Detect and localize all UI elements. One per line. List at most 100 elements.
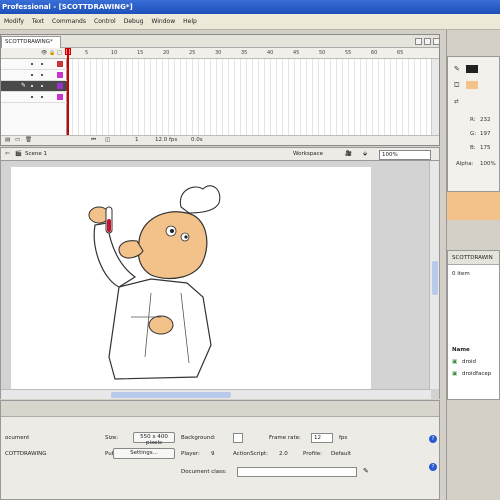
center-frame-icon[interactable]: ⏮: [91, 137, 96, 144]
add-layer-icon[interactable]: ▤: [5, 137, 10, 143]
library-item[interactable]: droid: [462, 359, 476, 365]
frame-number: 30: [215, 50, 222, 56]
document-tab-bar: SCOTTDRAWING*: [1, 35, 440, 48]
layer-color-swatch[interactable]: [57, 94, 63, 100]
stage-canvas[interactable]: [11, 167, 371, 389]
layer-row[interactable]: [1, 70, 67, 81]
fps-unit: fps: [339, 435, 348, 441]
document-size-button[interactable]: 550 x 400 pixels: [133, 432, 175, 446]
zoom-select[interactable]: 100%: [379, 150, 431, 160]
frame-number: 65: [397, 50, 404, 56]
lock-icon[interactable]: 🔒: [49, 50, 55, 56]
frame-number: 10: [111, 50, 118, 56]
menu-text[interactable]: Text: [32, 18, 44, 25]
visibility-dot[interactable]: [31, 74, 33, 76]
frame-number: 40: [267, 50, 274, 56]
timeline-status-bar: ▤ ▭ 🗑 ⏮ ◫ 1 12.0 fps 0.0s: [1, 135, 439, 145]
frame-number: 55: [345, 50, 352, 56]
visibility-dot[interactable]: [31, 85, 33, 87]
minimize-icon[interactable]: [415, 38, 422, 45]
restore-icon[interactable]: [424, 38, 431, 45]
edit-scene-icon[interactable]: 🎥: [345, 151, 352, 157]
eye-icon[interactable]: 👁: [41, 50, 47, 56]
background-label: Background:: [181, 435, 216, 441]
stroke-color-swatch[interactable]: [466, 65, 478, 73]
library-tab-label[interactable]: SCOTTDRAWIN: [452, 255, 493, 261]
visibility-dot[interactable]: [31, 96, 33, 98]
scroll-thumb[interactable]: [111, 392, 231, 398]
background-color-swatch[interactable]: [233, 433, 243, 443]
actionscript-label: ActionScript:: [233, 451, 269, 457]
help-icon[interactable]: ?: [429, 463, 437, 471]
frame-rate-label: Frame rate:: [269, 435, 301, 441]
back-arrow-icon[interactable]: ⇦: [5, 151, 10, 157]
timeline-scrollbar[interactable]: [431, 59, 439, 139]
close-icon[interactable]: [433, 38, 440, 45]
stage-area: [0, 161, 440, 399]
stage-horizontal-scrollbar[interactable]: [1, 389, 431, 399]
lock-dot[interactable]: [41, 74, 43, 76]
swap-colors-icon[interactable]: ⇄: [454, 99, 459, 105]
visibility-dot[interactable]: [31, 63, 33, 65]
settings-button[interactable]: Settings...: [113, 448, 175, 459]
menu-help[interactable]: Help: [183, 18, 197, 25]
library-item[interactable]: droidfacep: [462, 371, 491, 377]
elapsed-time: 0.0s: [191, 137, 203, 143]
size-label: Size:: [105, 435, 119, 441]
layer-color-swatch[interactable]: [57, 72, 63, 78]
menu-control[interactable]: Control: [94, 18, 116, 25]
library-name-header[interactable]: Name: [452, 347, 470, 353]
fill-color-swatch[interactable]: [466, 81, 478, 89]
workspace-dropdown[interactable]: Workspace: [293, 151, 323, 157]
layer-row[interactable]: [1, 92, 67, 103]
frame-number: 15: [137, 50, 144, 56]
document-tab[interactable]: SCOTTDRAWING*: [1, 36, 61, 48]
library-panel: SCOTTDRAWIN 0 item Name ▣ droid ▣ droidf…: [447, 250, 500, 400]
lock-dot[interactable]: [41, 96, 43, 98]
pencil-icon[interactable]: ✎: [363, 467, 369, 475]
playhead-line: [67, 48, 69, 141]
color-mixer-panel: ✎ ⛋ ⇄ R: 232 G: 197 B: 175 Alpha: 100%: [447, 56, 500, 192]
frame-grid[interactable]: [67, 59, 433, 139]
blue-value[interactable]: 175: [480, 145, 491, 151]
cartoon-character-drawing[interactable]: [11, 167, 371, 389]
scene-icon: 🎬: [15, 151, 22, 157]
lock-dot[interactable]: [41, 85, 43, 87]
menu-commands[interactable]: Commands: [52, 18, 86, 25]
pencil-icon: ✎: [21, 82, 27, 89]
player-label: Player:: [181, 451, 200, 457]
menu-debug[interactable]: Debug: [124, 18, 144, 25]
layer-color-swatch[interactable]: [57, 61, 63, 67]
fill-bucket-icon[interactable]: ⛋: [454, 81, 459, 90]
stage-vertical-scrollbar[interactable]: [429, 161, 439, 389]
alpha-value[interactable]: 100%: [480, 161, 496, 167]
green-value[interactable]: 197: [480, 131, 491, 137]
document-class-input[interactable]: [237, 467, 357, 477]
outline-icon[interactable]: □: [57, 50, 62, 56]
menu-modify[interactable]: Modify: [4, 18, 24, 25]
red-value[interactable]: 232: [480, 117, 491, 123]
document-name: COTTDRAWING: [5, 451, 47, 457]
layer-row[interactable]: [1, 59, 67, 70]
edit-symbol-icon[interactable]: ⬙: [363, 151, 367, 157]
symbol-icon: ▣: [452, 359, 458, 365]
layer-row-selected[interactable]: ✎: [1, 81, 67, 92]
color-preview-swatch: [447, 192, 500, 220]
delete-layer-icon[interactable]: 🗑: [25, 137, 32, 143]
stroke-pencil-icon[interactable]: ✎: [454, 65, 460, 73]
frame-number: 20: [163, 50, 170, 56]
document-class-label: Document class:: [181, 469, 227, 475]
layer-color-swatch[interactable]: [57, 83, 63, 89]
lock-dot[interactable]: [41, 63, 43, 65]
properties-header: [1, 401, 439, 417]
menu-window[interactable]: Window: [151, 18, 175, 25]
actionscript-value: 2.0: [279, 451, 288, 457]
onion-skin-icon[interactable]: ◫: [105, 137, 110, 143]
frame-rate-input[interactable]: 12: [311, 433, 333, 443]
profile-label: Profile:: [303, 451, 322, 457]
add-folder-icon[interactable]: ▭: [15, 137, 20, 143]
help-icon[interactable]: ?: [429, 435, 437, 443]
library-tab[interactable]: SCOTTDRAWIN: [448, 251, 499, 265]
edit-bar: ⇦ 🎬 Scene 1 Workspace 🎥 ⬙ 100%: [0, 147, 440, 161]
scroll-thumb[interactable]: [432, 261, 438, 295]
